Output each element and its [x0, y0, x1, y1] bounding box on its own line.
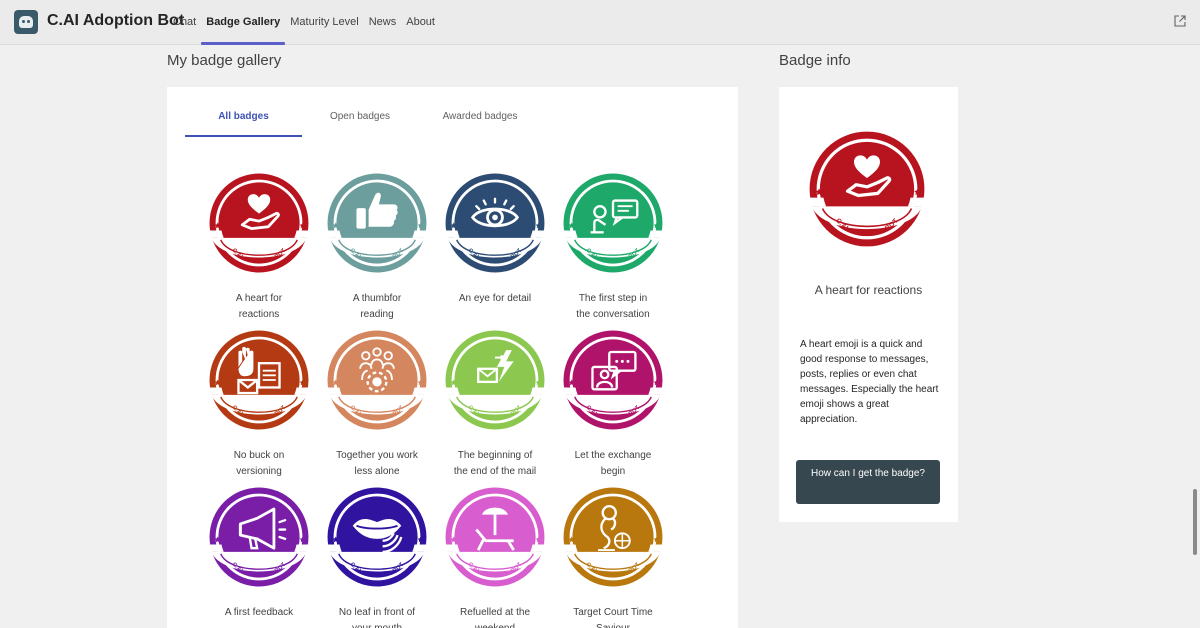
badge-label-line: The beginning of: [457, 450, 533, 461]
badge-card[interactable]: C.AI ADOPTION BOT Target Court Time Savio…: [553, 481, 673, 628]
gallery-title: My badge gallery: [167, 52, 282, 69]
badge-label: The beginning of the end of the mail: [435, 448, 555, 480]
badge-card[interactable]: C.AI ADOPTION BOT An eye for detail: [435, 167, 555, 307]
badge-label-line: Saviour: [553, 621, 673, 628]
badge-card[interactable]: C.AI ADOPTION BOT The beginning of the en…: [435, 324, 555, 480]
badge-label-line: An eye for detail: [458, 293, 532, 304]
badge-label-line: A heart for: [235, 293, 283, 304]
badge-card[interactable]: C.AI ADOPTION BOT A first feedback: [199, 481, 319, 621]
badge-label: Let the exchange begin: [553, 448, 673, 480]
badge-label: Refuelled at the weekend: [435, 605, 555, 628]
badge-label-line: Refuelled at the: [459, 607, 531, 618]
badge-label: An eye for detail: [435, 291, 555, 307]
badge-image: C.AI ADOPTION BOT: [553, 167, 673, 279]
badge-image: C.AI ADOPTION BOT: [317, 167, 437, 279]
badge-image: C.AI ADOPTION BOT: [199, 167, 319, 279]
bot-icon[interactable]: [14, 10, 38, 34]
badge-label-line: begin: [600, 466, 626, 477]
tab-all-badges[interactable]: All badges: [185, 111, 302, 137]
badge-label-line: less alone: [354, 466, 400, 477]
badge-card[interactable]: C.AI ADOPTION BOT No leaf in front of you…: [317, 481, 437, 628]
badge-label-line: Let the exchange: [574, 450, 652, 461]
badge-info-panel: C.AI ADOPTION BOT A heart for reactions …: [779, 87, 958, 522]
selected-badge-name: A heart for reactions: [814, 283, 923, 297]
badge-label: No leaf in front of your mouth: [317, 605, 437, 628]
badge-label: Target Court Time Saviour: [553, 605, 673, 628]
badge-card[interactable]: C.AI ADOPTION BOT Refuelled at the weeken…: [435, 481, 555, 628]
badge-label-line: Together you work: [336, 450, 418, 461]
badge-label-line: The first step in: [578, 293, 648, 304]
badge-label-line: reading: [360, 309, 394, 320]
badge-label: A thumbfor reading: [317, 291, 437, 323]
badge-label: No buck on versioning: [199, 448, 319, 480]
app-title: C.AI Adoption Bot: [47, 12, 185, 29]
tab-about[interactable]: About: [401, 0, 440, 45]
top-bar: C.AI Adoption Bot Chat Badge Gallery Mat…: [0, 0, 1200, 45]
badge-image: C.AI ADOPTION BOT: [317, 324, 437, 436]
tab-news[interactable]: News: [364, 0, 402, 45]
badge-label: Together you work less alone: [317, 448, 437, 480]
badge-label-line: the conversation: [576, 309, 650, 320]
how-to-get-badge-button[interactable]: How can I get the badge?: [796, 460, 940, 504]
info-title: Badge info: [779, 52, 851, 69]
badge-card[interactable]: C.AI ADOPTION BOT The first step in the c…: [553, 167, 673, 323]
tab-chat[interactable]: Chat: [168, 0, 201, 45]
badge-card[interactable]: C.AI ADOPTION BOT A thumbfor reading: [317, 167, 437, 323]
badge-image: C.AI ADOPTION BOT: [435, 167, 555, 279]
badge-image: C.AI ADOPTION BOT: [435, 481, 555, 593]
badge-image: C.AI ADOPTION BOT: [199, 481, 319, 593]
badge-label: The first step in the conversation: [553, 291, 673, 323]
badge-image: C.AI ADOPTION BOT: [435, 324, 555, 436]
badge-gallery-panel: All badges Open badges Awarded badges C.…: [167, 87, 738, 628]
badge-label-line: A thumbfor: [352, 293, 402, 304]
badge-label-line: reactions: [238, 309, 280, 320]
selected-badge-image: C.AI ADOPTION BOT: [802, 124, 932, 254]
badge-label-line: weekend: [435, 621, 555, 628]
badge-label-line: the end of the mail: [453, 466, 537, 477]
badge-label-line: your mouth: [317, 621, 437, 628]
badge-label-line: No buck on: [233, 450, 285, 461]
badge-label-line: Target Court Time: [573, 607, 653, 618]
badge-image: C.AI ADOPTION BOT: [199, 324, 319, 436]
tab-awarded-badges[interactable]: Awarded badges: [425, 111, 535, 137]
tab-badge-gallery[interactable]: Badge Gallery: [201, 0, 286, 45]
badge-card[interactable]: C.AI ADOPTION BOT Together you work less …: [317, 324, 437, 480]
popout-icon[interactable]: [1174, 15, 1186, 27]
badge-label-line: No leaf in front of: [338, 607, 416, 618]
badge-description: A heart emoji is a quick and good respon…: [800, 339, 939, 425]
tab-nav: Chat Badge Gallery Maturity Level News A…: [168, 0, 440, 45]
tab-open-badges[interactable]: Open badges: [312, 111, 408, 137]
gallery-tabs: All badges Open badges Awarded badges: [185, 111, 545, 137]
badge-image: C.AI ADOPTION BOT: [317, 481, 437, 593]
badge-label: A heart for reactions: [199, 291, 319, 323]
badge-image: C.AI ADOPTION BOT: [553, 324, 673, 436]
badge-card[interactable]: C.AI ADOPTION BOT A heart for reactions: [199, 167, 319, 323]
badge-label-line: versioning: [236, 466, 282, 477]
badge-label-line: A first feedback: [224, 607, 294, 618]
tab-maturity-level[interactable]: Maturity Level: [285, 0, 363, 45]
badge-label: A first feedback: [199, 605, 319, 621]
scrollbar-thumb[interactable]: [1193, 489, 1197, 555]
badge-card[interactable]: C.AI ADOPTION BOT No buck on versioning: [199, 324, 319, 480]
badge-card[interactable]: C.AI ADOPTION BOT Let the exchange begin: [553, 324, 673, 480]
badge-image: C.AI ADOPTION BOT: [553, 481, 673, 593]
